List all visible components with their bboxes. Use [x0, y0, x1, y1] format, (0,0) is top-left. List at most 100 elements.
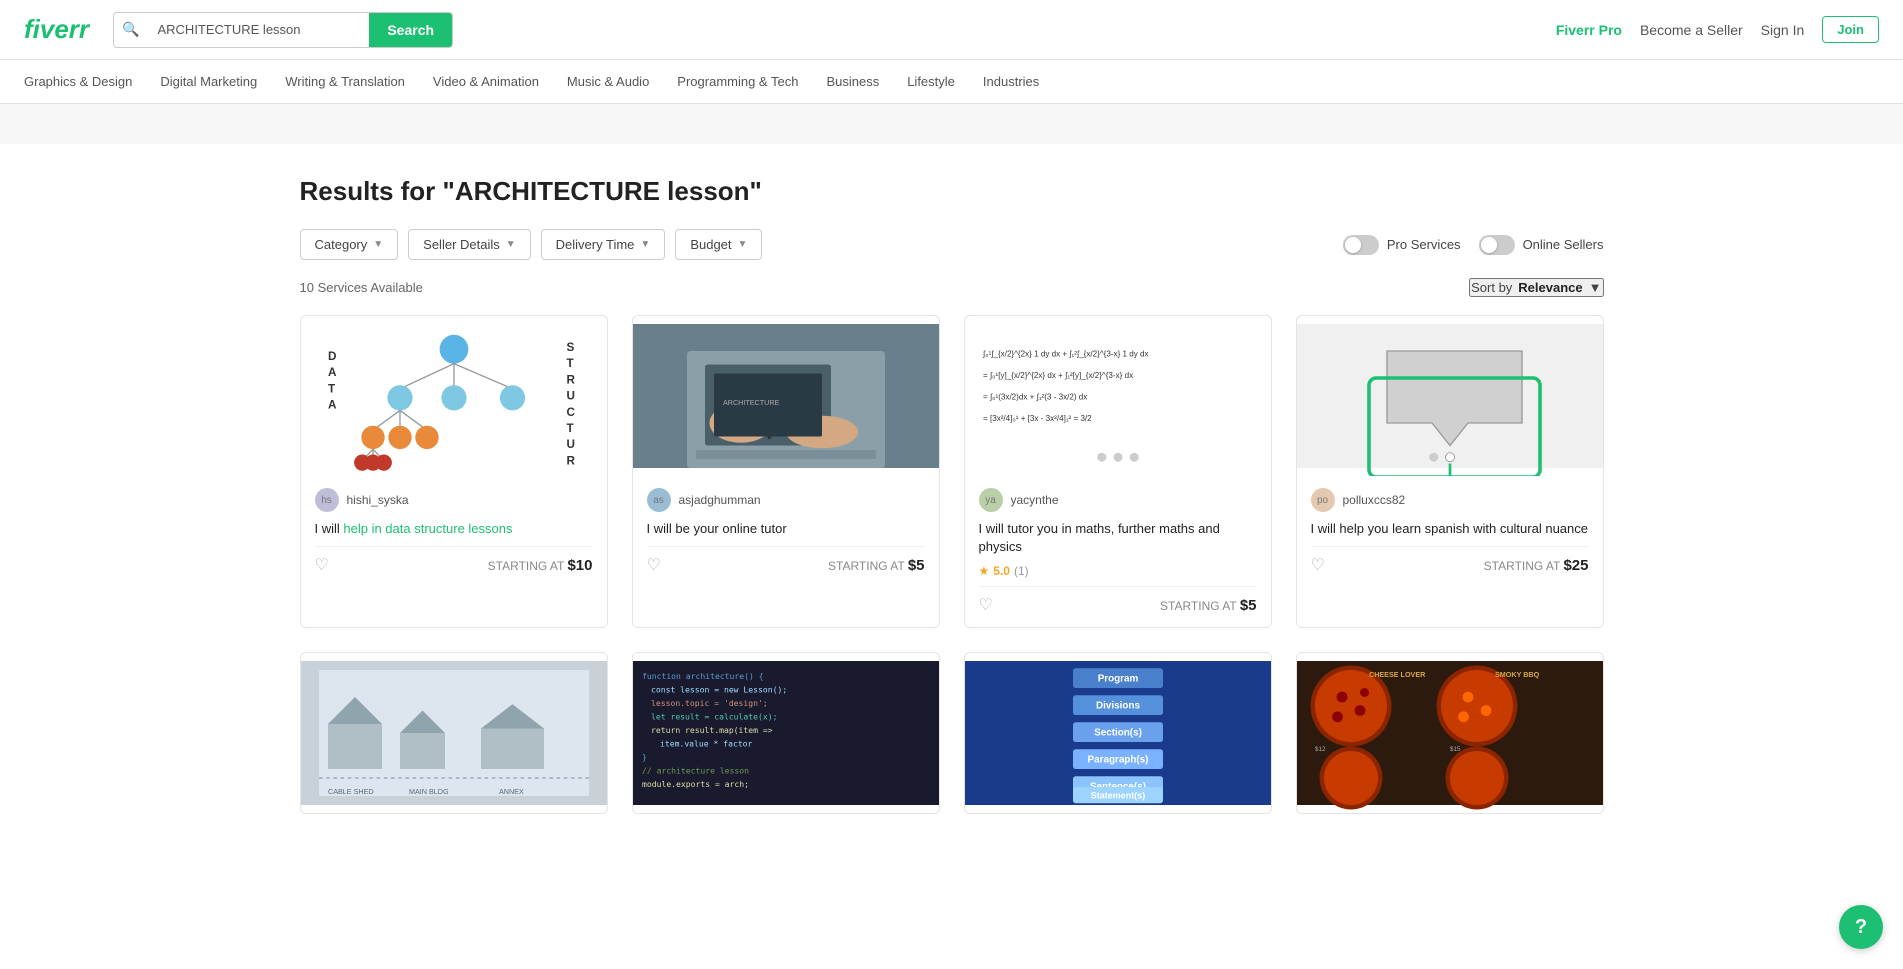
sort-by-label: Sort by: [1471, 280, 1512, 295]
svg-text:A: A: [328, 366, 337, 379]
card-code-bottom[interactable]: function architecture() { const lesson =…: [632, 652, 940, 814]
card-title-tutor: I will be your online tutor: [647, 520, 925, 538]
main-content: Results for "ARCHITECTURE lesson" Catego…: [252, 144, 1652, 846]
cat-nav-graphics[interactable]: Graphics & Design: [24, 74, 132, 89]
svg-text:SMOKY BBQ: SMOKY BBQ: [1495, 671, 1540, 680]
card-pizza-bottom[interactable]: CHEESE LOVER SMOKY BBQ $12 $15: [1296, 652, 1604, 814]
filter-bar: Category ▼ Seller Details ▼ Delivery Tim…: [300, 229, 1604, 260]
card-footer-math: ♡ STARTING AT $5: [979, 586, 1257, 615]
filter-budget-label: Budget: [690, 237, 731, 252]
svg-text:R: R: [566, 373, 575, 386]
cat-nav-industries[interactable]: Industries: [983, 74, 1039, 89]
results-title: Results for "ARCHITECTURE lesson": [300, 176, 1604, 207]
seller-name-hishi: hishi_syska: [347, 493, 409, 507]
online-sellers-toggle[interactable]: [1479, 235, 1515, 255]
svg-text:R: R: [566, 454, 575, 467]
svg-text:T: T: [328, 382, 336, 395]
svg-text:item.value * factor: item.value * factor: [660, 739, 753, 749]
rating-count: (1): [1014, 564, 1029, 578]
cat-nav-music[interactable]: Music & Audio: [567, 74, 649, 89]
filter-seller-label: Seller Details: [423, 237, 500, 252]
chevron-down-icon: ▼: [1589, 280, 1602, 295]
svg-text:ARCHITECTURE: ARCHITECTURE: [723, 398, 780, 407]
card-spanish[interactable]: po polluxccs82 I will help you learn spa…: [1296, 315, 1604, 628]
pro-services-toggle[interactable]: [1343, 235, 1379, 255]
card-arch-bottom[interactable]: CABLE SHED MAIN BLDG ANNEX: [300, 652, 608, 814]
card-seller-ds: hs hishi_syska: [315, 488, 593, 512]
search-button[interactable]: Search: [369, 13, 452, 47]
logo: fiverr: [24, 14, 89, 45]
chevron-down-icon: ▼: [738, 239, 748, 250]
card-image-code-bottom: function architecture() { const lesson =…: [633, 653, 939, 813]
pro-services-label: Pro Services: [1387, 237, 1461, 252]
join-button[interactable]: Join: [1822, 16, 1879, 43]
card-ds[interactable]: D A T A S T R U C T U R: [300, 315, 608, 628]
rating-value: 5.0: [993, 564, 1010, 578]
card-rating-math: ★ 5.0 (1): [979, 564, 1257, 578]
become-seller-link[interactable]: Become a Seller: [1640, 22, 1743, 38]
card-image-arch-bottom: CABLE SHED MAIN BLDG ANNEX: [301, 653, 607, 813]
filter-delivery-time[interactable]: Delivery Time ▼: [541, 229, 666, 260]
star-icon: ★: [979, 564, 990, 578]
card-seller-math: ya yacynthe: [979, 488, 1257, 512]
card-footer-tutor: ♡ STARTING AT $5: [647, 546, 925, 575]
price-tutor: STARTING AT $5: [828, 557, 924, 574]
gray-bg-section: [0, 104, 1903, 144]
cards-grid-row1: D A T A S T R U C T U R: [300, 315, 1604, 628]
svg-text:module.exports = arch;: module.exports = arch;: [642, 779, 749, 789]
card-title-ds: I will help in data structure lessons: [315, 520, 593, 538]
favorite-button-spanish[interactable]: ♡: [1311, 555, 1325, 575]
search-input[interactable]: [147, 22, 369, 37]
card-body-math: ya yacynthe I will tutor you in maths, f…: [965, 476, 1271, 627]
sort-button[interactable]: Sort by Relevance ▼: [1469, 278, 1603, 297]
cat-nav-writing[interactable]: Writing & Translation: [285, 74, 405, 89]
avatar-asjad: as: [647, 488, 671, 512]
favorite-button-math[interactable]: ♡: [979, 595, 993, 615]
card-footer-spanish: ♡ STARTING AT $25: [1311, 546, 1589, 575]
svg-text:MAIN BLDG: MAIN BLDG: [409, 788, 449, 797]
card-footer-ds: ♡ STARTING AT $10: [315, 546, 593, 575]
filter-category[interactable]: Category ▼: [300, 229, 399, 260]
cat-nav-digital[interactable]: Digital Marketing: [160, 74, 257, 89]
filter-budget[interactable]: Budget ▼: [675, 229, 762, 260]
avatar-hishi: hs: [315, 488, 339, 512]
card-math[interactable]: ∫₀¹∫_{x/2}^{2x} 1 dy dx + ∫₁²∫_{x/2}^{3-…: [964, 315, 1272, 628]
services-count: 10 Services Available: [300, 280, 423, 295]
svg-text:$12: $12: [1315, 746, 1326, 753]
cat-nav-video[interactable]: Video & Animation: [433, 74, 539, 89]
card-image-tutor: ARCHITECTURE: [633, 316, 939, 476]
card-title-math: I will tutor you in maths, further maths…: [979, 520, 1257, 556]
svg-text:Divisions: Divisions: [1096, 701, 1140, 712]
card-prog-bottom[interactable]: Program Divisions Section(s) Paragraph(s…: [964, 652, 1272, 814]
seller-name-yacynthe: yacynthe: [1011, 493, 1059, 507]
card-seller-tutor: as asjadghumman: [647, 488, 925, 512]
svg-text:Section(s): Section(s): [1094, 728, 1142, 739]
fiverr-pro-link[interactable]: Fiverr Pro: [1556, 22, 1622, 38]
filter-seller-details[interactable]: Seller Details ▼: [408, 229, 531, 260]
sort-value: Relevance: [1518, 280, 1582, 295]
favorite-button-ds[interactable]: ♡: [315, 555, 329, 575]
online-sellers-label: Online Sellers: [1523, 237, 1604, 252]
toggle-area: Pro Services Online Sellers: [1343, 235, 1604, 255]
svg-text:// architecture lesson: // architecture lesson: [642, 766, 749, 776]
svg-text:Paragraph(s): Paragraph(s): [1087, 755, 1148, 766]
filter-category-label: Category: [315, 237, 368, 252]
cat-nav-lifestyle[interactable]: Lifestyle: [907, 74, 955, 89]
sign-in-link[interactable]: Sign In: [1761, 22, 1805, 38]
avatar-yacynthe: ya: [979, 488, 1003, 512]
card-image-spanish: [1297, 316, 1603, 476]
svg-text:= [3x²/4]₀¹ + [3x - 3x²/4]₁² =: = [3x²/4]₀¹ + [3x - 3x²/4]₁² = 3/2: [983, 414, 1092, 423]
chevron-down-icon: ▼: [373, 239, 383, 250]
svg-text:∫₀¹∫_{x/2}^{2x} 1 dy dx + ∫₁²∫: ∫₀¹∫_{x/2}^{2x} 1 dy dx + ∫₁²∫_{x/2}^{3-…: [982, 349, 1149, 358]
toggle-knob: [1345, 237, 1361, 253]
favorite-button-tutor[interactable]: ♡: [647, 555, 661, 575]
price-spanish: STARTING AT $25: [1484, 557, 1589, 574]
cat-nav-programming[interactable]: Programming & Tech: [677, 74, 798, 89]
svg-text:Program: Program: [1097, 674, 1138, 685]
cat-nav-business[interactable]: Business: [826, 74, 879, 89]
card-tutor[interactable]: ARCHITECTURE as asjadghumman I will be y…: [632, 315, 940, 628]
svg-text:C: C: [566, 406, 575, 419]
help-button[interactable]: ?: [1839, 905, 1883, 949]
svg-text:T: T: [566, 422, 574, 435]
svg-text:}: }: [642, 752, 647, 762]
